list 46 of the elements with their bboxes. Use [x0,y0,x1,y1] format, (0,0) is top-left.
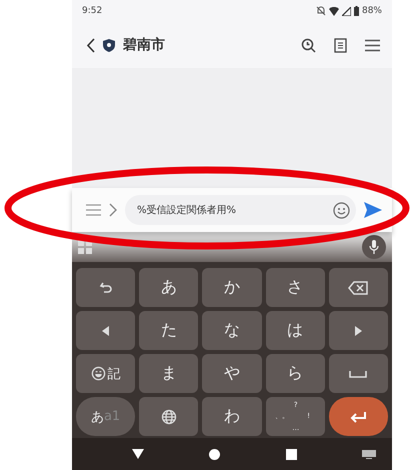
microphone-icon [369,240,379,254]
clock-time: 9:52 [82,6,102,16]
wifi-icon [328,6,339,16]
space-key[interactable] [328,354,388,393]
microphone-button[interactable] [362,235,386,259]
recents-icon[interactable] [286,448,297,460]
send-icon[interactable] [364,202,382,218]
document-icon[interactable] [334,38,347,52]
key[interactable]: や [202,354,262,393]
emoji-icon[interactable] [333,202,350,218]
grid-icon[interactable] [78,240,92,254]
key[interactable]: は [266,311,325,350]
right-arrow-icon [354,326,362,336]
key[interactable]: わ [202,397,262,436]
key[interactable]: な [202,311,262,350]
language-key[interactable] [139,397,198,436]
shield-icon [103,38,115,52]
key[interactable]: さ [266,268,325,307]
chevron-right-icon[interactable] [109,203,117,217]
key[interactable]: ま [139,354,198,393]
battery-percent: 88% [362,6,382,16]
globe-icon [160,408,177,424]
signal-icon [342,6,351,16]
key[interactable]: た [139,311,198,350]
key[interactable]: ら [266,354,325,393]
backspace-icon [348,280,368,294]
left-arrow-icon [102,326,110,336]
search-icon[interactable] [301,38,316,52]
menu-icon[interactable] [365,38,380,52]
emoji-icon [90,366,106,381]
space-icon [349,370,368,378]
backspace-key[interactable] [328,268,388,307]
message-input-field[interactable]: %受信設定関係者用% [125,195,356,225]
key[interactable]: あ [139,268,198,307]
page-title: 碧南市 [123,36,165,54]
home-icon[interactable] [209,448,220,460]
battery-icon [354,6,359,16]
undo-icon [98,280,113,294]
undo-key[interactable] [76,268,136,307]
return-icon [349,410,368,422]
enter-key[interactable] [328,397,388,436]
emoji-symbol-key[interactable]: 記 [76,354,136,393]
muted-bell-icon [316,6,326,16]
key[interactable]: か [202,268,262,307]
back-icon[interactable] [86,38,95,52]
back-triangle-icon[interactable] [132,449,144,459]
